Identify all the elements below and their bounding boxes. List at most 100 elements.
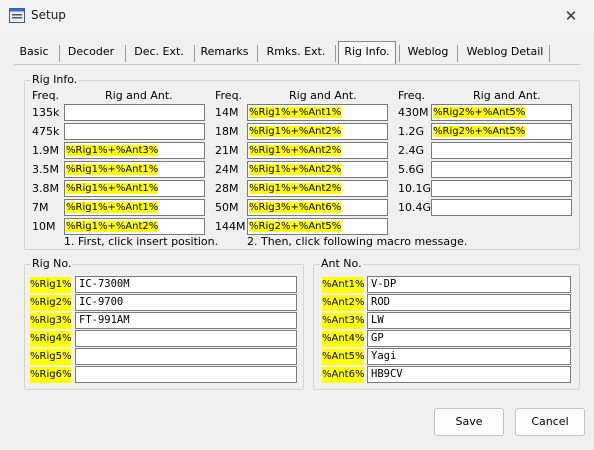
tab-weblog-detail[interactable]: Weblog Detail [461, 42, 549, 64]
rig-name-input[interactable] [75, 366, 297, 383]
rig-ant-field[interactable]: %Rig1%+%Ant2% [247, 180, 388, 197]
freq-label: 144M [215, 220, 246, 233]
freq-label: 28M [215, 182, 239, 195]
rig-ant-value: %Rig1%+%Ant3% [66, 145, 159, 156]
col-freq-1: Freq. [32, 89, 60, 102]
ant-name-input[interactable]: ROD [367, 294, 571, 311]
freq-label: 21M [215, 144, 239, 157]
rig-ant-field[interactable]: %Rig1%+%Ant1% [64, 199, 205, 216]
col-rig-ant-1: Rig and Ant. [105, 89, 173, 102]
rig-ant-value: %Rig2%+%Ant5% [249, 221, 342, 232]
rig-tag[interactable]: %Rig2% [30, 295, 72, 311]
rig-name-input[interactable]: IC-7300M [75, 276, 297, 293]
title-bar: Setup ✕ [0, 0, 594, 32]
setup-app-icon [9, 8, 25, 23]
freq-label: 10M [32, 220, 56, 233]
freq-label: 475k [32, 125, 60, 138]
rig-ant-value: %Rig1%+%Ant1% [249, 107, 342, 118]
ant-name-input[interactable]: LW [367, 312, 571, 329]
hint-then: 2. Then, click following macro message. [247, 235, 468, 248]
freq-label: 5.6G [398, 163, 425, 176]
window-title: Setup [31, 8, 66, 22]
col-freq-2: Freq. [215, 89, 243, 102]
ant-name-input[interactable]: GP [367, 330, 571, 347]
freq-label: 10.1G [398, 182, 432, 195]
rig-ant-field[interactable]: %Rig1%+%Ant1% [247, 104, 388, 121]
rig-ant-field[interactable]: %Rig1%+%Ant2% [247, 123, 388, 140]
freq-label: 10.4G [398, 201, 432, 214]
rig-ant-field[interactable] [431, 199, 572, 216]
ant-tag[interactable]: %Ant1% [322, 277, 365, 293]
save-button[interactable]: Save [434, 408, 504, 436]
ant-tag[interactable]: %Ant3% [322, 313, 365, 329]
freq-label: 2.4G [398, 144, 425, 157]
ant-name-input[interactable]: V-DP [367, 276, 571, 293]
tab-rmks-ext[interactable]: Rmks. Ext. [261, 42, 331, 64]
freq-label: 3.8M [32, 182, 59, 195]
rig-ant-field[interactable] [431, 161, 572, 178]
rig-ant-field[interactable] [431, 142, 572, 159]
col-rig-ant-2: Rig and Ant. [289, 89, 357, 102]
freq-label: 135k [32, 106, 60, 119]
col-freq-3: Freq. [398, 89, 426, 102]
rig-name-input[interactable]: IC-9700 [75, 294, 297, 311]
rig-ant-field[interactable]: %Rig3%+%Ant6% [247, 199, 388, 216]
ant-no-group-label: Ant No. [320, 257, 363, 271]
rig-name-input[interactable] [75, 348, 297, 365]
rig-ant-field[interactable]: %Rig1%+%Ant1% [64, 161, 205, 178]
rig-name-input[interactable]: FT-991AM [75, 312, 297, 329]
ant-name-input[interactable]: HB9CV [367, 366, 571, 383]
rig-ant-field[interactable]: %Rig1%+%Ant1% [64, 180, 205, 197]
col-rig-ant-3: Rig and Ant. [473, 89, 541, 102]
freq-label: 1.9M [32, 144, 59, 157]
rig-ant-field[interactable] [431, 180, 572, 197]
rig-ant-value: %Rig1%+%Ant2% [249, 126, 342, 137]
rig-ant-value: %Rig3%+%Ant6% [249, 202, 342, 213]
rig-ant-value: %Rig1%+%Ant2% [249, 183, 342, 194]
tab-basic[interactable]: Basic [14, 42, 54, 64]
tab-weblog[interactable]: Weblog [403, 42, 453, 64]
rig-ant-value: %Rig1%+%Ant2% [249, 145, 342, 156]
ant-name-input[interactable]: Yagi [367, 348, 571, 365]
rig-info-group-label: Rig Info. [31, 73, 79, 87]
freq-label: 7M [32, 201, 49, 214]
freq-label: 18M [215, 125, 239, 138]
tab-dec-ext[interactable]: Dec. Ext. [129, 42, 189, 64]
tab-remarks[interactable]: Remarks [197, 42, 252, 64]
rig-name-input[interactable] [75, 330, 297, 347]
rig-ant-field[interactable]: %Rig1%+%Ant2% [64, 218, 205, 235]
tab-decoder[interactable]: Decoder [62, 42, 120, 64]
rig-ant-field[interactable]: %Rig1%+%Ant3% [64, 142, 205, 159]
cancel-button[interactable]: Cancel [515, 408, 585, 436]
rig-ant-field[interactable]: %Rig2%+%Ant5% [431, 104, 572, 121]
rig-tag[interactable]: %Rig4% [30, 331, 72, 347]
rig-ant-value: %Rig1%+%Ant1% [66, 183, 159, 194]
ant-tag[interactable]: %Ant2% [322, 295, 365, 311]
freq-label: 14M [215, 106, 239, 119]
ant-tag[interactable]: %Ant5% [322, 349, 365, 365]
close-icon[interactable]: ✕ [548, 0, 594, 32]
rig-ant-field[interactable] [64, 123, 205, 140]
freq-label: 1.2G [398, 125, 425, 138]
rig-ant-field[interactable]: %Rig1%+%Ant2% [247, 142, 388, 159]
rig-ant-field[interactable]: %Rig2%+%Ant5% [431, 123, 572, 140]
rig-tag[interactable]: %Rig5% [30, 349, 72, 365]
rig-tag[interactable]: %Rig1% [30, 277, 72, 293]
ant-tag[interactable]: %Ant4% [322, 331, 365, 347]
freq-label: 430M [398, 106, 429, 119]
rig-ant-value: %Rig1%+%Ant1% [66, 202, 159, 213]
rig-ant-field[interactable]: %Rig1%+%Ant2% [247, 161, 388, 178]
rig-ant-value: %Rig1%+%Ant1% [66, 164, 159, 175]
rig-tag[interactable]: %Rig3% [30, 313, 72, 329]
hint-first: 1. First, click insert position. [64, 235, 219, 248]
ant-tag[interactable]: %Ant6% [322, 367, 365, 383]
rig-ant-value: %Rig2%+%Ant5% [433, 107, 526, 118]
rig-ant-field[interactable] [64, 104, 205, 121]
tab-baseline [14, 64, 580, 65]
rig-ant-value: %Rig2%+%Ant5% [433, 126, 526, 137]
rig-ant-field[interactable]: %Rig2%+%Ant5% [247, 218, 388, 235]
tab-rig-info[interactable]: Rig Info. [338, 41, 396, 65]
freq-label: 24M [215, 163, 239, 176]
rig-tag[interactable]: %Rig6% [30, 367, 72, 383]
rig-ant-value: %Rig1%+%Ant2% [249, 164, 342, 175]
